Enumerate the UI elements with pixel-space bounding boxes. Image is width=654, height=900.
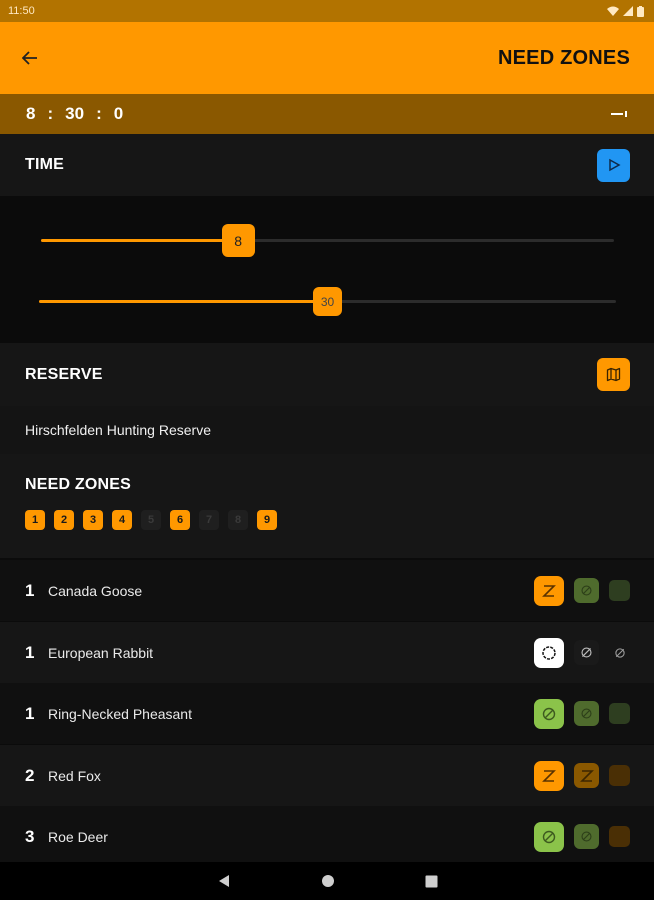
clock-display: 8 : 30 : 0: [26, 104, 123, 124]
animal-level: 3: [25, 826, 35, 846]
animal-info: 1 European Rabbit: [25, 643, 153, 663]
status-icons: [607, 5, 644, 17]
reserve-section-title: RESERVE: [25, 365, 103, 383]
wifi-icon: [607, 6, 619, 16]
any-zone-icon[interactable]: [534, 637, 564, 668]
minute-slider-fill: [39, 300, 328, 303]
signal-icon: [623, 6, 633, 16]
rest-zone-icon[interactable]: [609, 765, 630, 786]
current-time-bar: 8 : 30 : 0: [0, 94, 654, 134]
animal-info: 1 Canada Goose: [25, 581, 142, 601]
feed-zone-icon[interactable]: [574, 824, 599, 849]
need-zones-section: NEED ZONES 123456789: [0, 454, 654, 558]
battery-icon: [637, 5, 644, 17]
dash-icon: [611, 111, 627, 117]
hour-slider-thumb[interactable]: 8: [221, 224, 255, 257]
page-title: NEED ZONES: [497, 46, 630, 69]
animal-name: Canada Goose: [48, 582, 143, 599]
play-button[interactable]: [597, 148, 630, 182]
drink-zone-icon[interactable]: [534, 760, 564, 791]
no-zone-icon[interactable]: [574, 640, 599, 665]
need-zones-title: NEED ZONES: [25, 476, 132, 493]
animal-info: 2 Red Fox: [25, 766, 101, 786]
level-chip-3[interactable]: 3: [83, 510, 103, 530]
hour-slider-fill: [41, 239, 239, 242]
feed-zone-icon[interactable]: [574, 578, 599, 603]
animal-zone-icons: [534, 821, 630, 852]
drink-zone-icon[interactable]: [534, 575, 564, 606]
system-nav-bar: [0, 862, 654, 900]
level-chip-6[interactable]: 6: [170, 510, 190, 530]
level-chip-9[interactable]: 9: [257, 510, 277, 530]
time-section-title: TIME: [25, 156, 65, 173]
level-chip-4[interactable]: 4: [112, 510, 132, 530]
animal-info: 1 Ring-Necked Pheasant: [25, 704, 192, 724]
rest-zone-icon[interactable]: [609, 580, 630, 601]
rest-zone-icon[interactable]: [609, 703, 630, 724]
animal-row[interactable]: 3 Roe Deer: [0, 806, 654, 867]
level-chip-7[interactable]: 7: [199, 510, 219, 530]
animal-level: 1: [25, 580, 35, 600]
level-chip-1[interactable]: 1: [25, 510, 45, 530]
animal-name: Ring-Necked Pheasant: [48, 705, 192, 722]
time-section-header: TIME: [0, 134, 654, 196]
animal-zone-icons: [534, 575, 630, 606]
animal-zone-icons: [534, 637, 630, 668]
circle-home-icon: [321, 875, 334, 887]
clear-icon[interactable]: [608, 107, 630, 121]
no-zone-icon[interactable]: [609, 642, 630, 663]
clock-second: 0: [113, 104, 124, 123]
drink-zone-icon[interactable]: [574, 763, 599, 788]
map-button[interactable]: [597, 358, 630, 391]
level-chip-8[interactable]: 8: [228, 510, 248, 530]
animal-level: 1: [25, 642, 35, 662]
reserve-section-header: RESERVE: [0, 343, 654, 406]
feed-zone-icon[interactable]: [574, 701, 599, 726]
level-filter-chips: 123456789: [25, 510, 629, 530]
animal-level: 1: [25, 703, 35, 723]
clock-minute: 30: [65, 104, 85, 123]
level-chip-2[interactable]: 2: [54, 510, 74, 530]
back-button[interactable]: [18, 46, 42, 70]
nav-home-button[interactable]: [321, 874, 335, 888]
level-chip-5[interactable]: 5: [141, 510, 161, 530]
clock-separator: :: [47, 104, 54, 123]
nav-back-button[interactable]: [217, 874, 231, 888]
status-time: 11:50: [8, 5, 35, 17]
minute-slider-thumb[interactable]: 30: [313, 287, 342, 316]
nav-recents-button[interactable]: [425, 875, 438, 888]
feed-zone-icon[interactable]: [534, 698, 564, 729]
arrow-back-icon: [22, 51, 37, 65]
app-bar: NEED ZONES: [0, 22, 654, 94]
square-recents-icon: [425, 875, 437, 887]
animal-info: 3 Roe Deer: [25, 827, 108, 847]
animal-name: Red Fox: [48, 767, 101, 784]
animal-row[interactable]: 1 European Rabbit: [0, 622, 654, 683]
triangle-back-icon: [218, 875, 229, 887]
animal-name: European Rabbit: [48, 644, 154, 661]
reserve-name[interactable]: Hirschfelden Hunting Reserve: [0, 406, 654, 454]
clock-hour: 8: [26, 104, 36, 123]
animal-row[interactable]: 2 Red Fox: [0, 745, 654, 806]
animal-row[interactable]: 1 Ring-Necked Pheasant: [0, 683, 654, 744]
feed-zone-icon[interactable]: [534, 821, 564, 852]
animal-zone-icons: [534, 760, 630, 791]
minute-slider[interactable]: 30: [39, 285, 616, 319]
animal-zone-icons: [534, 698, 630, 729]
status-bar: 11:50: [0, 0, 654, 22]
rest-zone-icon[interactable]: [609, 826, 630, 847]
animal-row[interactable]: 1 Canada Goose: [0, 560, 654, 621]
map-icon: [606, 367, 621, 382]
animal-level: 2: [25, 765, 35, 785]
play-icon: [608, 158, 621, 172]
clock-separator: :: [96, 104, 102, 123]
animal-name: Roe Deer: [48, 828, 108, 845]
hour-slider[interactable]: 8: [41, 224, 614, 258]
time-sliders: 8 30: [0, 196, 654, 343]
